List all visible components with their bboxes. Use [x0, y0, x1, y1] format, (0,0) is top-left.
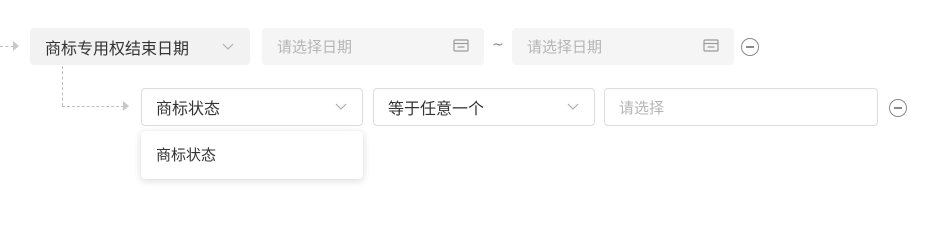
- row2-operator-select-value: 等于任意一个: [388, 99, 485, 118]
- row1-date-start-placeholder: 请选择日期: [277, 38, 353, 56]
- row1-field-select-value: 商标专用权结束日期: [45, 38, 190, 58]
- row1-date-start-input[interactable]: 请选择日期: [262, 28, 484, 65]
- date-range-separator: ~: [492, 37, 504, 53]
- row1-date-end-input[interactable]: 请选择日期: [512, 28, 734, 65]
- row1-date-end-placeholder: 请选择日期: [527, 38, 603, 56]
- chevron-down-icon: [334, 100, 348, 114]
- row2-field-select-value: 商标状态: [156, 99, 221, 118]
- row1-remove-condition-icon[interactable]: [741, 38, 759, 56]
- connector-line-row2: [62, 106, 124, 107]
- chevron-down-icon: [566, 100, 580, 114]
- row2-value-input[interactable]: 请选择: [604, 88, 878, 126]
- dropdown-option[interactable]: 商标状态: [141, 131, 363, 179]
- row2-operator-select[interactable]: 等于任意一个: [373, 88, 595, 126]
- calendar-icon: [703, 38, 719, 56]
- calendar-icon: [453, 38, 469, 56]
- field-select-dropdown: 商标状态: [141, 131, 363, 179]
- row2-value-input-placeholder: 请选择: [619, 98, 665, 117]
- connector-line-vertical: [62, 66, 63, 106]
- connector-arrow-row2: [123, 101, 129, 111]
- row2-remove-condition-icon[interactable]: [889, 99, 907, 117]
- connector-line-row1: [0, 46, 14, 47]
- row2-field-select[interactable]: 商标状态: [141, 88, 363, 126]
- chevron-down-icon: [221, 40, 235, 54]
- row1-field-select[interactable]: 商标专用权结束日期: [30, 28, 250, 65]
- connector-arrow-row1: [13, 41, 19, 51]
